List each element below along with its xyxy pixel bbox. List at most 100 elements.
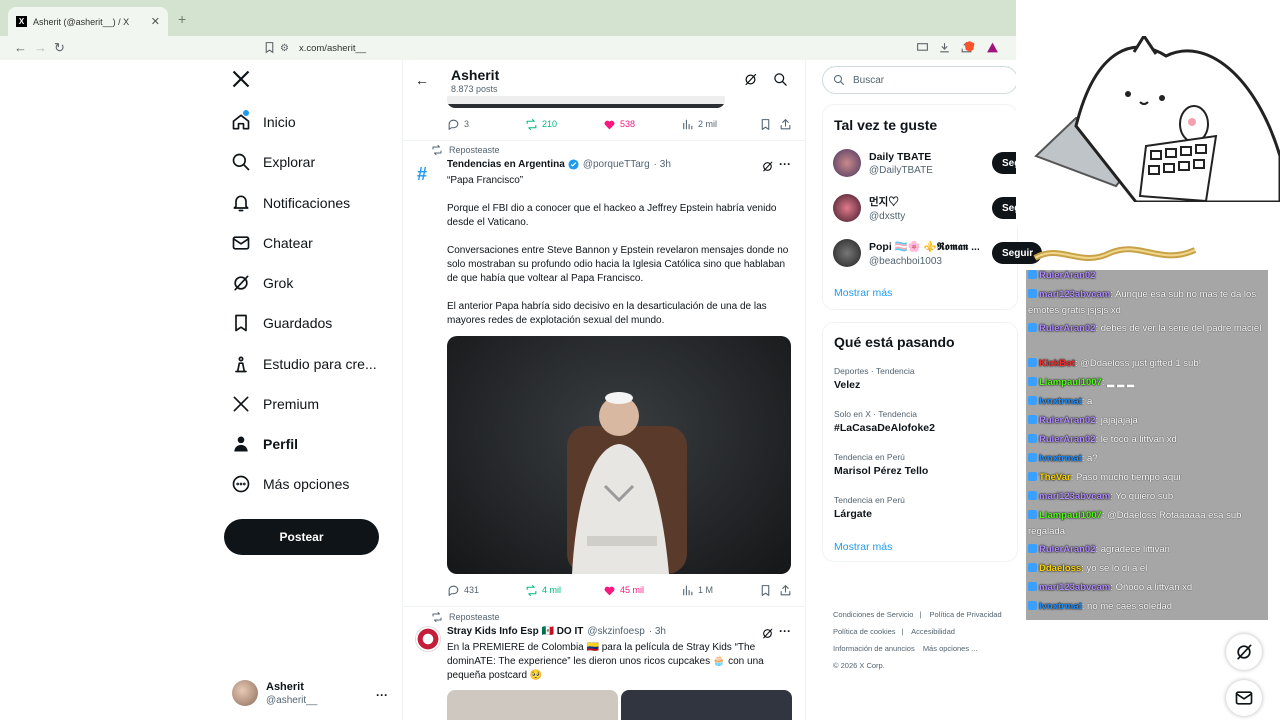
nav-label: Premium — [263, 396, 320, 412]
nav-bookmarks[interactable]: Guardados — [231, 311, 332, 335]
tweet-paragraph: Conversaciones entre Steve Bannon y Epst… — [447, 245, 789, 284]
suggestion-item[interactable]: Popi 🏳️‍⚧️🌸 ⚜️𝕽𝖔𝖒𝖆𝖓 ... @beachboi1003 — [833, 239, 979, 267]
repost-label: Reposteaste — [431, 611, 500, 623]
bookmark-icon[interactable] — [759, 584, 772, 597]
back-arrow-icon[interactable]: ← — [415, 72, 429, 88]
chat-message: RulerAran02: agradece littivan — [1028, 542, 1266, 558]
author-name[interactable]: Tendencias en Argentina — [447, 159, 565, 170]
grok-icon[interactable] — [761, 627, 774, 640]
grok-icon — [234, 275, 249, 291]
bookmark-icon — [235, 314, 247, 332]
nav-home[interactable]: Inicio — [231, 110, 296, 134]
browser-tab[interactable]: X Asherit (@asherit__) / X ✕ — [8, 7, 168, 36]
grok-icon[interactable] — [743, 72, 758, 87]
hashtag-avatar-icon[interactable]: # — [417, 164, 427, 185]
more-icon[interactable]: ··· — [779, 624, 791, 638]
tab-close-icon[interactable]: ✕ — [151, 15, 160, 28]
nav-chat[interactable]: Chatear — [231, 231, 313, 255]
chat-username: lvnxtrmat — [1039, 601, 1082, 612]
grok-fab[interactable] — [1226, 634, 1262, 670]
divider — [403, 606, 805, 607]
author-name[interactable]: Stray Kids Info Esp 🇲🇽 DO IT — [447, 626, 583, 637]
suggestion-item[interactable]: 먼지♡ @dxstty — [833, 194, 905, 222]
author-handle[interactable]: @skzinfoesp — [587, 626, 644, 637]
forward-icon[interactable]: → — [34, 40, 47, 55]
reply-button[interactable]: 3 — [447, 118, 469, 131]
nav-notifications[interactable]: Notificaciones — [231, 191, 350, 215]
trend-name: #LaCasaDeAlofoke2 — [834, 422, 935, 434]
bookmark-page-icon[interactable] — [263, 41, 276, 54]
views-button[interactable]: 2 mil — [681, 118, 717, 131]
back-icon[interactable]: ← — [14, 40, 27, 55]
search-icon[interactable] — [773, 72, 788, 87]
chat-message: Ddaeloss: yo se lo di a el — [1028, 561, 1266, 577]
views-button[interactable]: 1 M — [681, 584, 713, 597]
chat-badge-icon — [1028, 270, 1037, 279]
install-icon[interactable] — [938, 41, 951, 54]
nav-creator-studio[interactable]: Estudio para cre... — [231, 352, 377, 376]
grok-icon[interactable] — [761, 160, 774, 173]
footer-link[interactable]: Condiciones de Servicio — [833, 610, 913, 619]
show-more-link[interactable]: Mostrar más — [834, 287, 892, 299]
tweet-image[interactable] — [447, 336, 791, 574]
chat-text: : Oñooo a littvan xd — [1110, 582, 1193, 593]
reload-icon[interactable]: ↻ — [54, 40, 65, 56]
footer-link[interactable]: Política de cookies — [833, 627, 896, 636]
trend-name: Lárgate — [834, 508, 872, 520]
nav-profile[interactable]: Perfil — [231, 432, 298, 456]
media-thumb[interactable] — [621, 690, 792, 720]
tweet-media[interactable] — [447, 690, 792, 720]
account-name: Asherit — [266, 680, 304, 693]
footer-link[interactable]: Más opciones ... — [923, 644, 978, 653]
footer-link[interactable]: Política de Privacidad — [930, 610, 1002, 619]
tweet-time[interactable]: · 3h — [654, 159, 671, 170]
nav-premium[interactable]: Premium — [231, 392, 319, 416]
nav-explore[interactable]: Explorar — [231, 150, 315, 174]
like-button[interactable]: 45 mil — [603, 584, 644, 597]
footer-link[interactable]: Información de anuncios — [833, 644, 915, 653]
card-title: Qué está pasando — [834, 334, 955, 350]
search-input[interactable]: Buscar — [822, 66, 1018, 94]
repost-text: Reposteaste — [449, 612, 500, 622]
nav-more-options[interactable]: Más opciones — [231, 472, 349, 496]
post-button[interactable]: Postear — [224, 519, 379, 555]
x-logo-icon[interactable] — [231, 69, 251, 89]
share-icon[interactable] — [779, 584, 792, 597]
chat-text: : a — [1081, 396, 1093, 407]
trend-item[interactable]: Tendencia en Perú Marisol Pérez Tello — [834, 452, 928, 477]
media-thumb[interactable] — [447, 690, 618, 720]
screen-icon[interactable] — [916, 41, 929, 54]
x-logo-icon — [233, 396, 249, 412]
bookmark-icon[interactable] — [759, 118, 772, 131]
repost-button[interactable]: 4 mil — [525, 584, 561, 597]
footer-link[interactable]: Accesibilidad — [911, 627, 955, 636]
trend-item[interactable]: Tendencia en Perú Lárgate — [834, 495, 905, 520]
nav-grok[interactable]: Grok — [231, 271, 293, 295]
site-info-icon[interactable]: ⚙ — [280, 43, 289, 54]
account-more-icon[interactable]: ··· — [376, 688, 388, 702]
avatar[interactable] — [415, 626, 441, 652]
author-handle[interactable]: @porqueTTarg — [583, 159, 650, 170]
trend-item[interactable]: Deportes · Tendencia Velez — [834, 366, 915, 391]
rewards-icon[interactable] — [986, 41, 999, 54]
trend-item[interactable]: Solo en X · Tendencia #LaCasaDeAlofoke2 — [834, 409, 935, 434]
show-more-link[interactable]: Mostrar más — [834, 541, 892, 553]
tweet-time[interactable]: · 3h — [649, 626, 666, 637]
account-switcher[interactable]: Asherit @asherit__ — [232, 680, 317, 706]
like-button[interactable]: 538 — [603, 118, 635, 131]
repost-icon — [526, 584, 537, 596]
suggestion-item[interactable]: Daily TBATE @DailyTBATE — [833, 149, 933, 177]
repost-button[interactable]: 210 — [525, 118, 557, 131]
chat-username: RulerAran02 — [1039, 544, 1096, 555]
brave-shield-icon[interactable] — [963, 40, 976, 53]
address-bar[interactable]: ⚙ x.com/asherit__ — [280, 38, 900, 58]
chat-badge-icon — [1028, 544, 1037, 553]
reply-button[interactable]: 431 — [447, 584, 479, 597]
share-icon[interactable] — [779, 118, 792, 131]
chat-badge-icon — [1028, 415, 1037, 424]
tab-title: Asherit (@asherit__) / X — [33, 16, 130, 27]
repost-label: Reposteaste — [431, 144, 500, 156]
more-icon[interactable]: ··· — [779, 157, 791, 171]
messages-fab[interactable] — [1226, 680, 1262, 716]
new-tab-icon[interactable]: + — [178, 11, 186, 27]
